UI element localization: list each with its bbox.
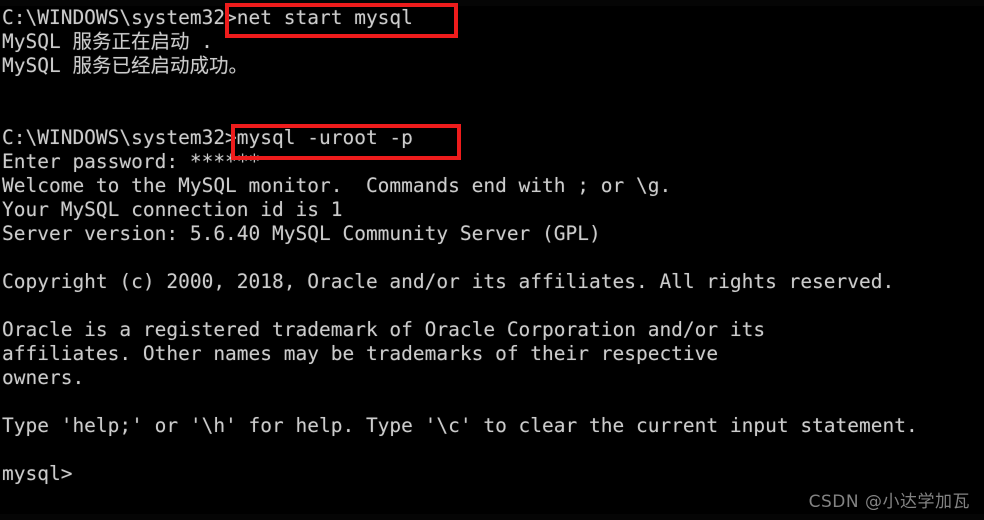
csdn-watermark: CSDN @小达学加瓦 [808, 492, 970, 512]
terminal-line-mysql-prompt: mysql> [2, 462, 73, 485]
terminal-output-area[interactable]: C:\WINDOWS\system32>net start mysql MySQ… [0, 0, 984, 486]
terminal-line-copyright: Copyright (c) 2000, 2018, Oracle and/or … [2, 270, 895, 293]
terminal-line-prompt-mysql-login: C:\WINDOWS\system32>mysql -uroot -p [2, 126, 413, 149]
terminal-line-blank-4 [2, 294, 984, 318]
terminal-line-server-version: Server version: 5.6.40 MySQL Community S… [2, 222, 601, 245]
terminal-line-connection-id: Your MySQL connection id is 1 [2, 198, 343, 221]
terminal-line-prompt-net-start: C:\WINDOWS\system32>net start mysql [2, 6, 413, 29]
terminal-line-help-hint: Type 'help;' or '\h' for help. Type '\c'… [2, 414, 918, 437]
command-prompt-window[interactable]: C:\WINDOWS\system32>net start mysql MySQ… [0, 0, 984, 520]
terminal-line-blank-1 [2, 78, 984, 102]
terminal-line-enter-password: Enter password: ****** [2, 150, 261, 173]
terminal-line-blank-2 [2, 102, 984, 126]
terminal-line-service-started: MySQL 服务已经启动成功。 [2, 54, 248, 77]
terminal-line-trademark-2: affiliates. Other names may be trademark… [2, 342, 719, 365]
terminal-line-welcome: Welcome to the MySQL monitor. Commands e… [2, 174, 672, 197]
terminal-line-blank-3 [2, 246, 984, 270]
terminal-line-blank-5 [2, 390, 984, 414]
terminal-line-service-starting: MySQL 服务正在启动 . [2, 30, 213, 53]
terminal-line-blank-6 [2, 438, 984, 462]
terminal-line-trademark-1: Oracle is a registered trademark of Orac… [2, 318, 766, 341]
window-bottom-edge [0, 514, 984, 520]
terminal-line-trademark-3: owners. [2, 366, 85, 389]
